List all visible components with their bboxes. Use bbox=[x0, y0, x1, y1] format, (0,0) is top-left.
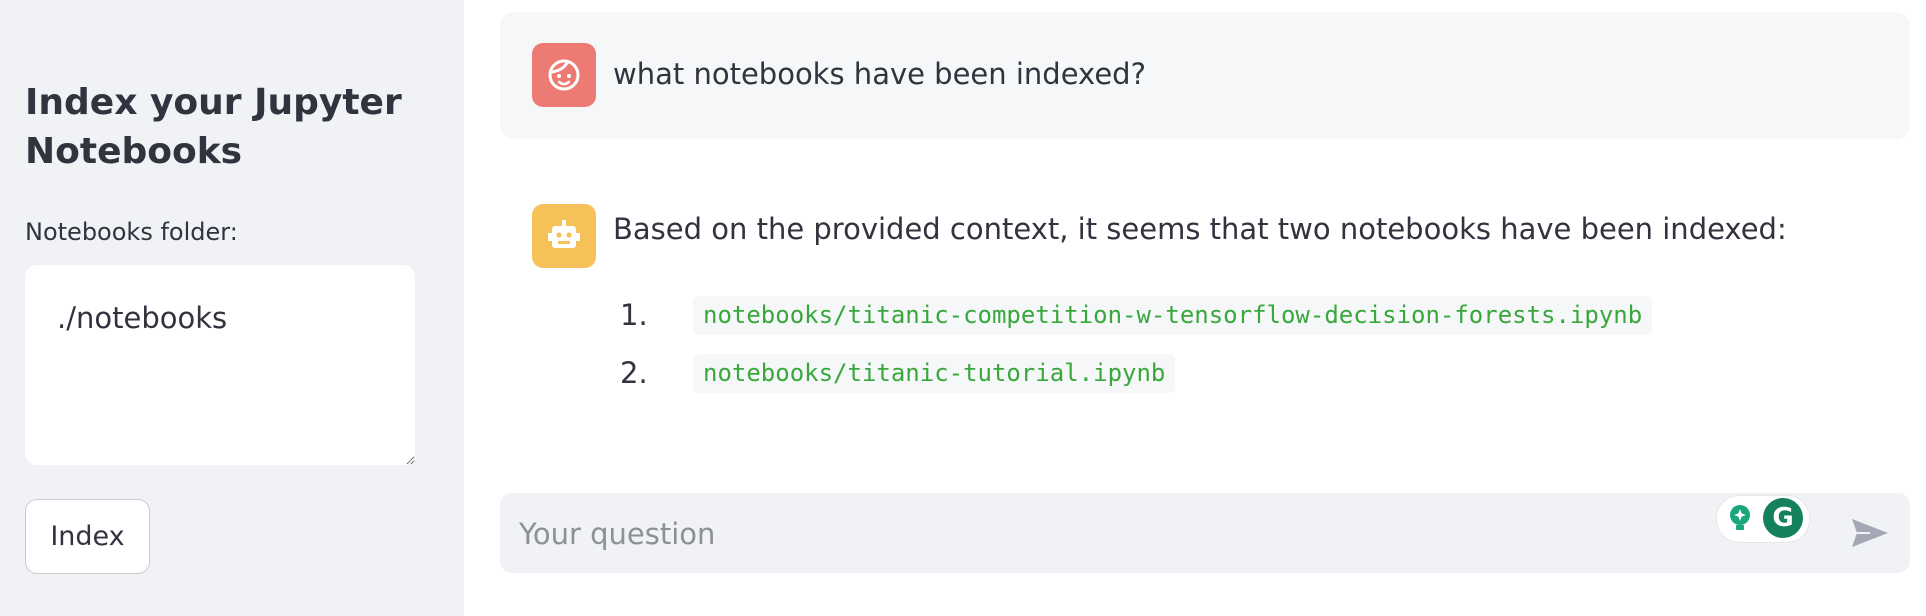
grammarly-icon[interactable]: G bbox=[1763, 498, 1803, 538]
chat-input-container: G bbox=[500, 493, 1910, 575]
notebooks-folder-label: Notebooks folder: bbox=[25, 218, 238, 246]
face-icon bbox=[532, 43, 596, 107]
list-item-number: 2. bbox=[620, 356, 648, 390]
assistant-message-text: Based on the provided context, it seems … bbox=[613, 212, 1787, 246]
index-button[interactable]: Index bbox=[25, 499, 150, 574]
user-message-text: what notebooks have been indexed? bbox=[613, 57, 1146, 91]
grammarly-widget[interactable]: G bbox=[1716, 495, 1810, 543]
list-item: 1. notebooks/titanic-competition-w-tenso… bbox=[620, 295, 1653, 335]
sidebar-title: Index your Jupyter Notebooks bbox=[25, 82, 402, 172]
send-button[interactable] bbox=[1846, 513, 1894, 553]
notebooks-folder-input[interactable]: ./notebooks bbox=[25, 265, 415, 465]
sidebar: Index your Jupyter Notebooks Notebooks f… bbox=[0, 0, 464, 616]
notebook-path: notebooks/titanic-tutorial.ipynb bbox=[693, 353, 1176, 393]
user-message: what notebooks have been indexed? bbox=[500, 12, 1910, 139]
robot-icon bbox=[532, 204, 596, 268]
list-item-number: 1. bbox=[620, 298, 648, 332]
list-item: 2. notebooks/titanic-tutorial.ipynb bbox=[620, 353, 1176, 393]
notebook-path: notebooks/titanic-competition-w-tensorfl… bbox=[693, 295, 1653, 335]
send-icon bbox=[1852, 519, 1888, 547]
lightbulb-icon[interactable] bbox=[1722, 500, 1758, 536]
question-input[interactable] bbox=[517, 493, 1701, 575]
